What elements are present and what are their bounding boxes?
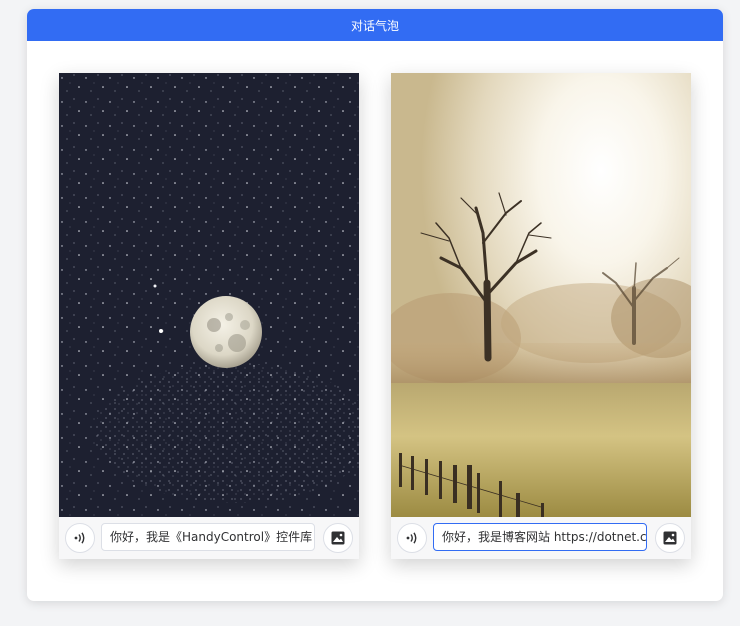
title-bar: 对话气泡 [27, 9, 723, 41]
voice-button[interactable] [397, 523, 427, 553]
image-icon [663, 531, 677, 545]
voice-wave-icon [74, 532, 85, 544]
image-button[interactable] [323, 523, 353, 553]
input-bar: 你好，我是博客网站 https://dotnet.cnblogs.com [391, 517, 691, 559]
voice-wave-icon [406, 532, 417, 544]
field-image [391, 73, 691, 517]
bubble-card-moon: 你好，我是《HandyControl》控件库 [59, 73, 359, 559]
window-title: 对话气泡 [350, 18, 399, 33]
voice-button[interactable] [65, 523, 95, 553]
image-button[interactable] [655, 523, 685, 553]
message-text[interactable]: 你好，我是博客网站 https://dotnet.cnblogs.com [433, 523, 647, 551]
message-text[interactable]: 你好，我是《HandyControl》控件库 [101, 523, 315, 551]
input-bar: 你好，我是《HandyControl》控件库 [59, 517, 359, 559]
image-icon [331, 531, 345, 545]
bubble-card-field: 你好，我是博客网站 https://dotnet.cnblogs.com [391, 73, 691, 559]
moon-image [59, 73, 359, 517]
dialog-window: 对话气泡 你好，我是《HandyControl》控件库 你好，我是博客网站 ht… [27, 9, 723, 601]
